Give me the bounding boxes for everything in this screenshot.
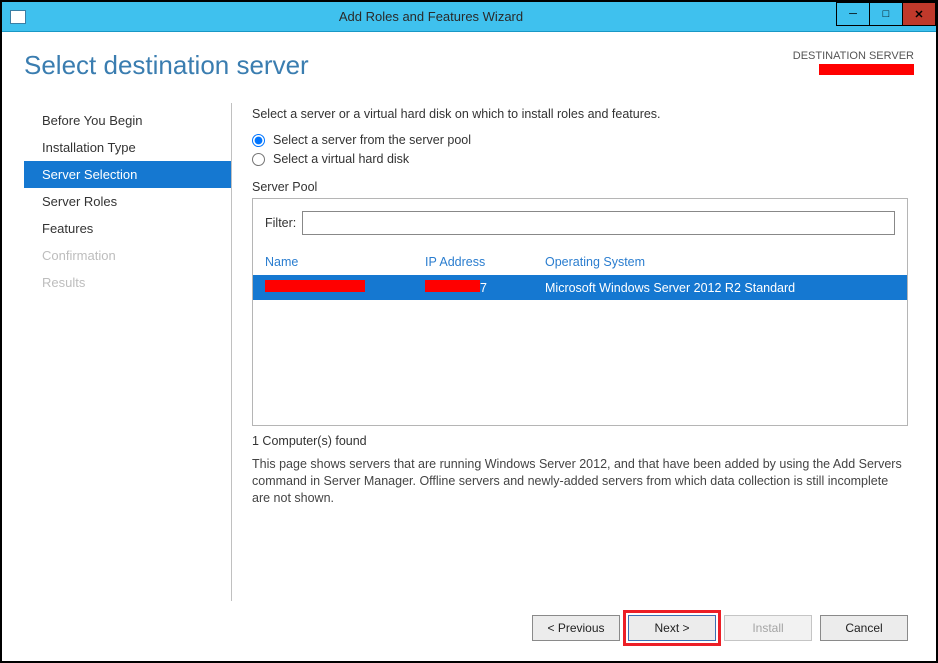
- radio-vhd-label: Select a virtual hard disk: [273, 152, 409, 166]
- filter-row: Filter:: [261, 205, 899, 245]
- server-pool-label: Server Pool: [252, 180, 908, 194]
- previous-button[interactable]: < Previous: [532, 615, 620, 641]
- next-button[interactable]: Next >: [628, 615, 716, 641]
- header-row: Select destination server DESTINATION SE…: [24, 50, 914, 81]
- window-controls: ─ □ ✕: [837, 2, 936, 26]
- radio-vhd-row[interactable]: Select a virtual hard disk: [252, 152, 908, 166]
- server-pool-box: Filter: Name IP Address Operating System…: [252, 198, 908, 426]
- page-title: Select destination server: [24, 50, 309, 81]
- radio-server-pool[interactable]: [252, 134, 265, 147]
- col-header-os[interactable]: Operating System: [545, 255, 895, 269]
- window-title: Add Roles and Features Wizard: [0, 9, 936, 24]
- main-panel: Select a server or a virtual hard disk o…: [232, 103, 914, 601]
- filter-label: Filter:: [265, 216, 296, 230]
- close-button[interactable]: ✕: [902, 2, 936, 26]
- cell-name-redacted: [265, 280, 365, 292]
- mid-section: Before You Begin Installation Type Serve…: [24, 103, 914, 601]
- sidebar-item-server-roles[interactable]: Server Roles: [24, 188, 231, 215]
- maximize-button[interactable]: □: [869, 2, 903, 26]
- content: Select destination server DESTINATION SE…: [2, 32, 936, 661]
- sidebar-item-server-selection[interactable]: Server Selection: [24, 161, 231, 188]
- intro-text: Select a server or a virtual hard disk o…: [252, 107, 908, 121]
- table-row[interactable]: 7 Microsoft Windows Server 2012 R2 Stand…: [253, 275, 907, 300]
- sidebar-item-confirmation: Confirmation: [24, 242, 231, 269]
- sidebar-item-before-you-begin[interactable]: Before You Begin: [24, 107, 231, 134]
- install-button: Install: [724, 615, 812, 641]
- sidebar-item-features[interactable]: Features: [24, 215, 231, 242]
- sidebar: Before You Begin Installation Type Serve…: [24, 103, 232, 601]
- cell-ip-suffix: 7: [480, 281, 487, 295]
- count-text: 1 Computer(s) found: [252, 434, 908, 448]
- destination-block: DESTINATION SERVER: [793, 50, 914, 78]
- cell-name: [265, 280, 425, 295]
- cancel-button[interactable]: Cancel: [820, 615, 908, 641]
- filter-input[interactable]: [302, 211, 895, 235]
- col-header-name[interactable]: Name: [265, 255, 425, 269]
- footer-buttons: < Previous Next > Install Cancel: [24, 601, 914, 651]
- cell-ip-redacted: [425, 280, 480, 292]
- table-body: 7 Microsoft Windows Server 2012 R2 Stand…: [253, 275, 907, 425]
- table-header: Name IP Address Operating System: [261, 251, 899, 275]
- destination-label: DESTINATION SERVER: [793, 50, 914, 62]
- cell-os: Microsoft Windows Server 2012 R2 Standar…: [545, 281, 895, 295]
- minimize-button[interactable]: ─: [836, 2, 870, 26]
- col-header-ip[interactable]: IP Address: [425, 255, 545, 269]
- cell-ip: 7: [425, 280, 545, 295]
- title-bar: Add Roles and Features Wizard ─ □ ✕: [2, 2, 936, 32]
- radio-server-pool-label: Select a server from the server pool: [273, 133, 471, 147]
- radio-vhd[interactable]: [252, 153, 265, 166]
- info-text: This page shows servers that are running…: [252, 456, 908, 507]
- destination-value-redacted: [819, 64, 914, 75]
- sidebar-item-results: Results: [24, 269, 231, 296]
- sidebar-item-installation-type[interactable]: Installation Type: [24, 134, 231, 161]
- radio-server-pool-row[interactable]: Select a server from the server pool: [252, 133, 908, 147]
